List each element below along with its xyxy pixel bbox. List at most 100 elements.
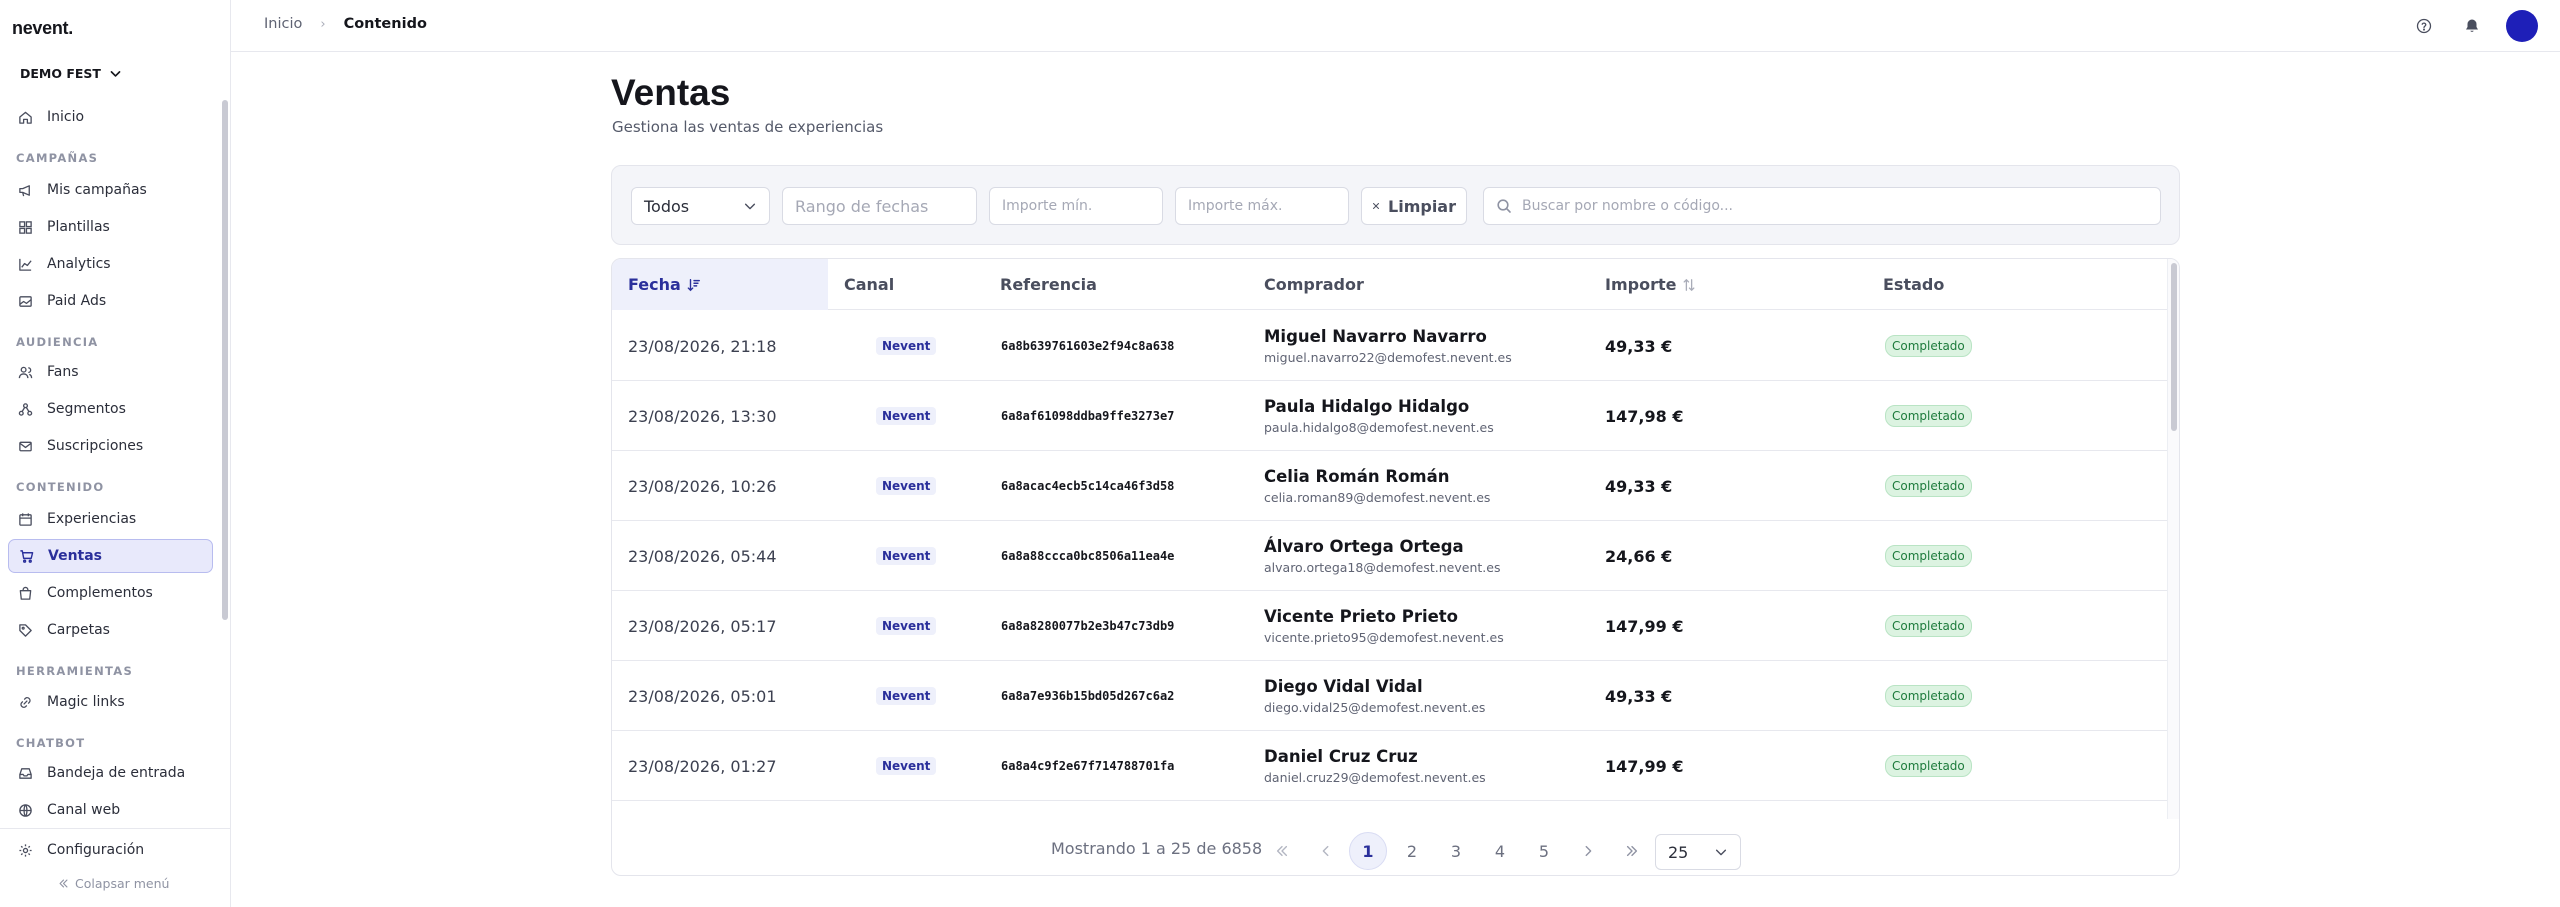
channel-badge: Nevent [876,337,937,355]
sale-date: 23/08/2026, 05:01 [628,686,777,706]
table-header: Fecha Canal Referencia Comprador Importe… [612,259,2167,310]
sidebar-item-label: Complementos [47,585,153,601]
sidebar-item-ventas[interactable]: Ventas [8,539,213,573]
date-range-input[interactable] [782,187,977,225]
sidebar-item-magic-links[interactable]: Magic links [8,685,213,719]
breadcrumb-current: Contenido [343,16,427,32]
table-row[interactable]: 23/08/2026, 05:01 Nevent 6a8a7e936b15bd05d… [612,661,2167,731]
table-row[interactable]: 23/08/2026, 21:18 Nevent 6a8b639761603e2f9… [612,311,2167,381]
page-button-5[interactable]: 5 [1525,832,1563,870]
buyer-email: daniel.cruz29@demofest.nevent.es [1264,770,1486,785]
sidebar-item-inicio[interactable]: Inicio [8,100,213,134]
sale-channel-cell: Nevent [876,591,937,661]
buyer-cell: Miguel Navarro Navarro miguel.navarro22@d… [1264,311,1512,381]
column-header-label: Estado [1883,275,1945,294]
help-icon [2416,18,2432,34]
search-input[interactable] [1522,198,2142,214]
page-button-4[interactable]: 4 [1481,832,1519,870]
next-page-button[interactable] [1569,832,1607,870]
cart-icon [20,549,34,563]
table-row[interactable]: 23/08/2026, 05:17 Nevent 6a8a8280077b2e3b4… [612,591,2167,661]
sidebar-item-experiencias[interactable]: Experiencias [8,502,213,536]
status-cell: Completado [1885,521,1972,591]
sidebar-item-segmentos[interactable]: Segmentos [8,392,213,426]
search-box[interactable] [1483,187,2161,225]
chevron-left-icon [1322,845,1329,857]
page-button-2[interactable]: 2 [1393,832,1431,870]
table-row[interactable]: 23/08/2026, 01:27 Nevent 6a8a4c9f2e67f7147… [612,731,2167,801]
prev-page-button[interactable] [1307,832,1345,870]
globe-icon [19,803,32,817]
image-icon [19,295,32,307]
sale-reference[interactable]: 6a8af61098ddba9ffe3273e7 [1001,381,1174,451]
page-button-3[interactable]: 3 [1437,832,1475,870]
user-avatar[interactable] [2506,10,2538,42]
buyer-name: Daniel Cruz Cruz [1264,747,1418,766]
top-actions [2410,10,2538,42]
channel-badge: Nevent [876,617,937,635]
sidebar-item-paid-ads[interactable]: Paid Ads [8,284,213,318]
buyer-name: Paula Hidalgo Hidalgo [1264,397,1470,416]
sale-reference[interactable]: 6a8acac4ecb5c14ca46f3d58 [1001,451,1174,521]
sidebar-item-label: Carpetas [47,622,110,638]
sidebar-item-analytics[interactable]: Analytics [8,247,213,281]
collapse-menu-button[interactable]: Colapsar menú [58,876,169,891]
channel-badge: Nevent [876,477,937,495]
breadcrumb-inicio[interactable]: Inicio [264,16,302,32]
sale-date: 23/08/2026, 05:17 [628,616,777,636]
column-header-status[interactable]: Estado [1883,259,1944,310]
page-button-1[interactable]: 1 [1349,832,1387,870]
sidebar-footer: Configuración [0,828,231,858]
sidebar-item-plantillas[interactable]: Plantillas [8,210,213,244]
status-badge: Completado [1885,335,1972,357]
sidebar-item-canal-web[interactable]: Canal web [8,793,213,827]
sale-date: 23/08/2026, 01:27 [628,756,777,776]
sale-reference[interactable]: 6a8a4c9f2e67f714788701fa [1001,731,1174,801]
sidebar-item-label: Mis campañas [47,182,147,198]
help-button[interactable] [2410,12,2438,40]
buyer-email: alvaro.ortega18@demofest.nevent.es [1264,560,1501,575]
sidebar-item-bandeja[interactable]: Bandeja de entrada [8,756,213,790]
table-row[interactable]: 23/08/2026, 13:30 Nevent 6a8af61098ddba9ff… [612,381,2167,451]
table-body: 23/08/2026, 21:18 Nevent 6a8b639761603e2f9… [612,311,2167,861]
sale-channel-cell: Nevent [876,521,937,591]
buyer-email: diego.vidal25@demofest.nevent.es [1264,700,1486,715]
table-row[interactable]: 23/08/2026, 05:44 Nevent 6a8a88ccca0bc8506… [612,521,2167,591]
sidebar-item-fans[interactable]: Fans [8,355,213,389]
column-header-amount[interactable]: Importe [1605,259,1696,310]
status-filter-select[interactable]: Todos [631,187,770,225]
sidebar-scrollbar[interactable] [222,100,228,620]
page-size-select[interactable]: 25 [1655,834,1741,870]
amount-min-input[interactable] [989,187,1163,225]
sale-channel-cell: Nevent [876,731,937,801]
first-page-button[interactable] [1263,832,1301,870]
last-page-button[interactable] [1613,832,1651,870]
notifications-button[interactable] [2458,12,2486,40]
column-header-channel[interactable]: Canal [844,259,894,310]
sidebar-item-configuracion[interactable]: Configuración [8,833,213,867]
org-selector[interactable]: DEMO FEST [20,63,122,83]
table-scrollbar[interactable] [2167,259,2179,819]
sidebar-item-mis-campanas[interactable]: Mis campañas [8,173,213,207]
clear-filters-button[interactable]: Limpiar [1361,187,1467,225]
sale-reference[interactable]: 6a8a7e936b15bd05d267c6a2 [1001,661,1174,731]
sale-reference[interactable]: 6a8a88ccca0bc8506a11ea4e [1001,521,1174,591]
buyer-name: Vicente Prieto Prieto [1264,607,1459,626]
sidebar-item-complementos[interactable]: Complementos [8,576,213,610]
amount-max-input[interactable] [1175,187,1349,225]
column-header-reference[interactable]: Referencia [1000,259,1097,310]
column-header-buyer[interactable]: Comprador [1264,259,1364,310]
table-row[interactable]: 23/08/2026, 10:26 Nevent 6a8acac4ecb5c14ca… [612,451,2167,521]
sort-desc-icon [687,278,700,291]
sale-reference[interactable]: 6a8a8280077b2e3b47c73db9 [1001,591,1174,661]
sidebar-item-label: Ventas [48,548,103,564]
sidebar-item-suscripciones[interactable]: Suscripciones [8,429,213,463]
sale-reference[interactable]: 6a8b639761603e2f94c8a638 [1001,311,1174,381]
page-subtitle: Gestiona las ventas de experiencias [612,118,884,136]
column-header-date[interactable]: Fecha [612,259,828,310]
table-scrollbar-thumb[interactable] [2171,263,2177,431]
brand-logo[interactable]: nevent. [12,18,73,39]
status-cell: Completado [1885,311,1972,381]
sidebar-item-carpetas[interactable]: Carpetas [8,613,213,647]
bell-icon [2466,19,2478,32]
